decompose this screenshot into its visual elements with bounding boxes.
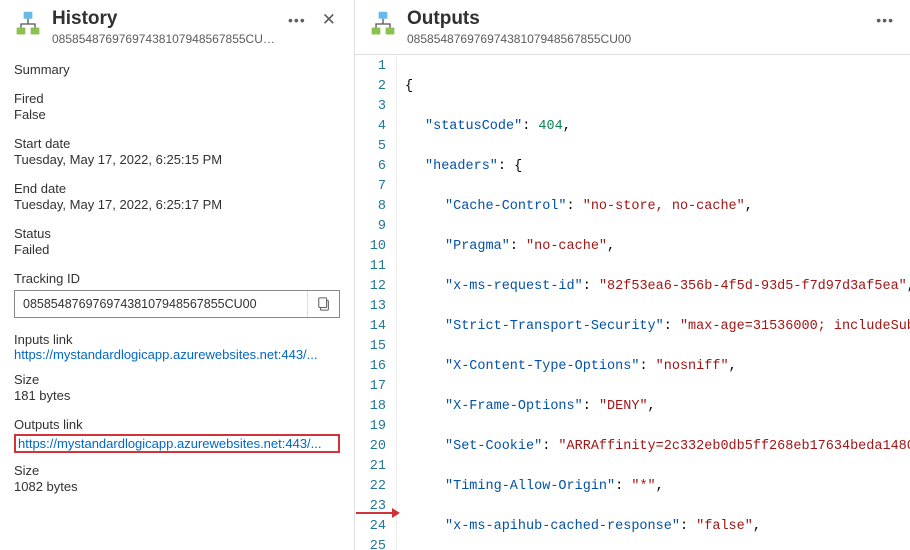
fired-value: False	[14, 107, 340, 122]
end-date-label: End date	[14, 181, 340, 196]
inputs-size-label: Size	[14, 372, 340, 387]
json-editor[interactable]: 1234567891011121314151617181920212223242…	[355, 54, 910, 550]
outputs-panel: Outputs 08585487697697438107948567855CU0…	[355, 0, 910, 550]
close-icon[interactable]: ✕	[318, 8, 340, 32]
copy-icon	[317, 297, 331, 311]
start-date-label: Start date	[14, 136, 340, 151]
tracking-id-label: Tracking ID	[14, 271, 340, 286]
history-run-id: 08585487697697438107948567855CU00	[52, 32, 276, 46]
status-value: Failed	[14, 242, 340, 257]
summary-label: Summary	[14, 62, 340, 77]
start-date-value: Tuesday, May 17, 2022, 6:25:15 PM	[14, 152, 340, 167]
inputs-link[interactable]: https://mystandardlogicapp.azurewebsites…	[14, 347, 340, 362]
history-header: History 08585487697697438107948567855CU0…	[14, 8, 340, 54]
inputs-size-value: 181 bytes	[14, 388, 340, 403]
tracking-id-value: 08585487697697438107948567855CU00	[15, 297, 307, 311]
outputs-title: Outputs	[407, 8, 864, 31]
logic-app-icon	[369, 10, 397, 38]
outputs-run-id: 08585487697697438107948567855CU00	[407, 32, 864, 46]
fired-label: Fired	[14, 91, 340, 106]
more-icon[interactable]: •••	[286, 8, 308, 32]
status-label: Status	[14, 226, 340, 241]
copy-button[interactable]	[307, 291, 339, 317]
history-panel: History 08585487697697438107948567855CU0…	[0, 0, 355, 550]
logic-app-icon	[14, 10, 42, 38]
outputs-link-highlight: https://mystandardlogicapp.azurewebsites…	[14, 434, 340, 453]
more-icon[interactable]: •••	[874, 8, 896, 32]
history-title: History	[52, 8, 276, 31]
outputs-link[interactable]: https://mystandardlogicapp.azurewebsites…	[18, 436, 336, 451]
outputs-size-value: 1082 bytes	[14, 479, 340, 494]
inputs-link-label: Inputs link	[14, 332, 340, 347]
outputs-link-label: Outputs link	[14, 417, 340, 432]
end-date-value: Tuesday, May 17, 2022, 6:25:17 PM	[14, 197, 340, 212]
line-gutter: 1234567891011121314151617181920212223242…	[355, 55, 397, 550]
outputs-header: Outputs 08585487697697438107948567855CU0…	[355, 0, 910, 54]
outputs-size-label: Size	[14, 463, 340, 478]
tracking-id-field[interactable]: 08585487697697438107948567855CU00	[14, 290, 340, 318]
code-content: { "statusCode": 404, "headers": { "Cache…	[397, 55, 910, 550]
